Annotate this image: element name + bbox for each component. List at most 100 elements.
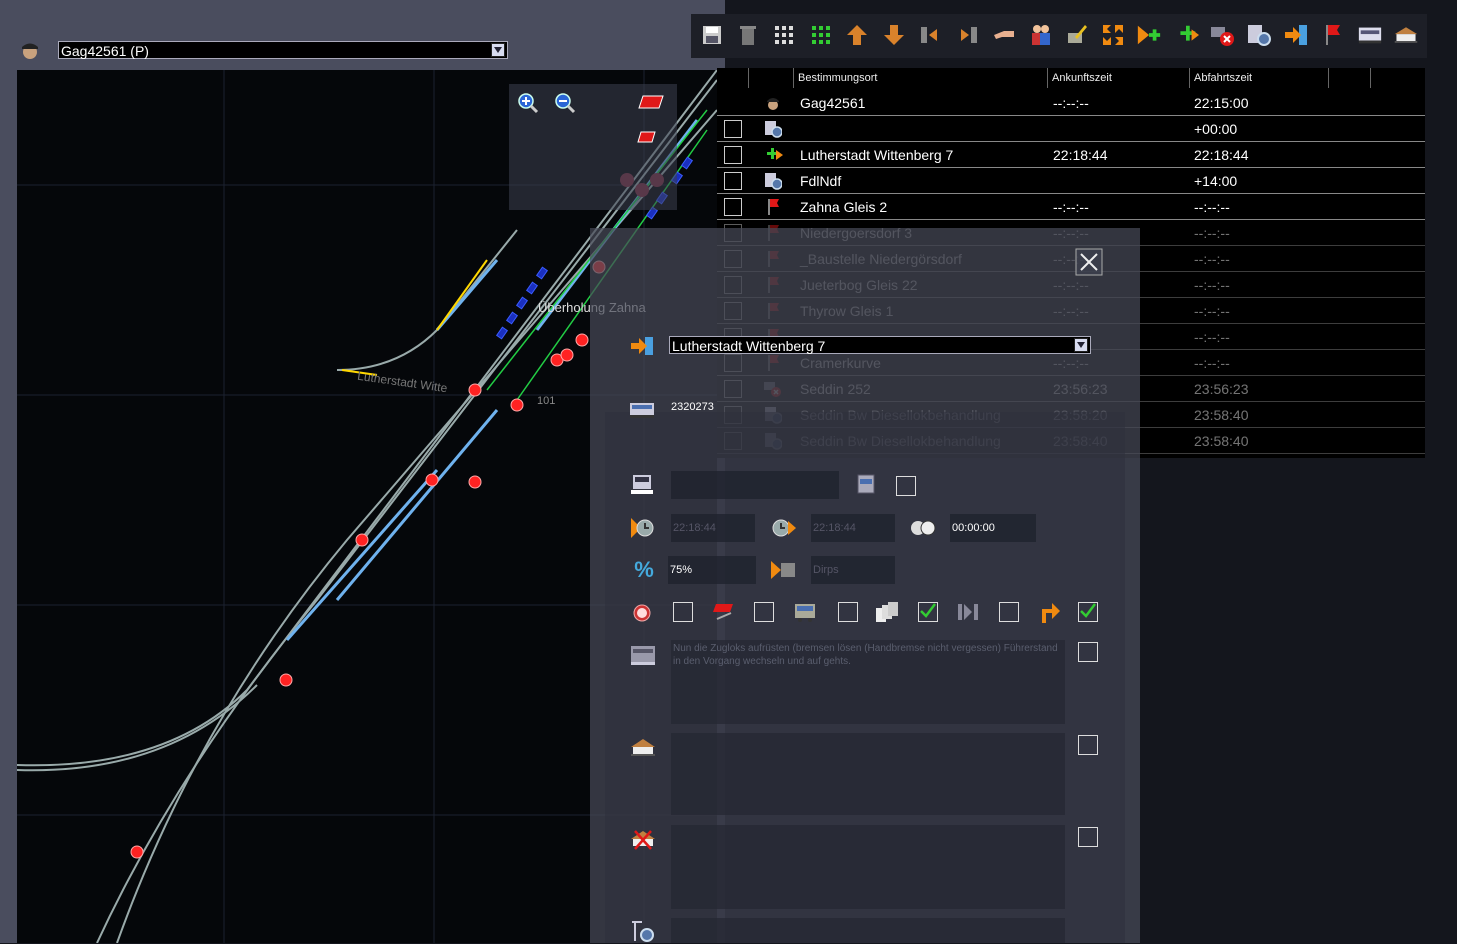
- row-destination: FdlNdf: [800, 173, 842, 189]
- table-row[interactable]: Gag42561 --:--:-- 22:15:00: [717, 90, 1425, 116]
- table-row[interactable]: Lutherstadt Wittenberg 7 22:18:44 22:18:44: [717, 142, 1425, 168]
- expand-arrows-icon[interactable]: [1100, 22, 1126, 48]
- train-icon: [628, 398, 656, 424]
- red-signal-icon[interactable]: [637, 94, 665, 110]
- map-label-track: 101: [537, 395, 556, 407]
- edit-pencil-icon[interactable]: [1064, 22, 1090, 48]
- close-icon[interactable]: [1075, 248, 1103, 276]
- no-station-checkbox[interactable]: [1078, 827, 1098, 847]
- grid-white-icon[interactable]: [771, 22, 797, 48]
- documents-checkbox[interactable]: [918, 602, 938, 622]
- skip-stop-icon: [955, 599, 983, 625]
- platform-field[interactable]: [671, 471, 839, 499]
- row-arrival: --:--:--: [1053, 95, 1089, 111]
- alarm-checkbox[interactable]: [673, 602, 693, 622]
- wagon-train-icon: [852, 472, 880, 498]
- add-plus-arrow-icon[interactable]: [1173, 22, 1199, 48]
- arrival-time-field[interactable]: 22:18:44: [671, 514, 755, 542]
- gear-document-icon[interactable]: [1246, 22, 1272, 48]
- station-roof-icon[interactable]: [1393, 22, 1419, 48]
- settings-icon: [629, 918, 657, 944]
- no-station-icon: [629, 827, 657, 853]
- no-station-note-field[interactable]: [671, 825, 1065, 909]
- people-icon[interactable]: [1028, 22, 1054, 48]
- zoom-out-icon[interactable]: [554, 92, 576, 114]
- dropdown-arrow-icon[interactable]: [1074, 338, 1088, 352]
- row-departure: --:--:--: [1194, 303, 1230, 319]
- row-departure: +14:00: [1194, 173, 1238, 189]
- green-plus-arrow-icon: [763, 145, 783, 165]
- departure-clock-icon: [769, 515, 797, 541]
- row-destination: Zahna Gleis 2: [800, 199, 888, 215]
- table-row[interactable]: Zahna Gleis 2 --:--:-- --:--:--: [717, 194, 1425, 220]
- row-departure: --:--:--: [1194, 277, 1230, 293]
- station-select[interactable]: Lutherstadt Wittenberg 7: [669, 336, 1091, 354]
- platform-checkbox[interactable]: [896, 476, 916, 496]
- skip-stop-checkbox[interactable]: [999, 602, 1019, 622]
- row-departure: 22:18:44: [1194, 147, 1249, 163]
- station-select-value: Lutherstadt Wittenberg 7: [672, 338, 826, 354]
- row-checkbox[interactable]: [724, 120, 742, 138]
- locomotive-icon: [791, 599, 819, 625]
- percent-field[interactable]: 75%: [668, 556, 756, 584]
- table-row[interactable]: +00:00: [717, 116, 1425, 142]
- grid-green-icon[interactable]: [808, 22, 834, 48]
- wait-time-field[interactable]: 00:00:00: [950, 514, 1036, 542]
- percent-icon: %: [634, 557, 654, 582]
- remove-stop-icon[interactable]: [1209, 22, 1235, 48]
- col-header-destination[interactable]: Bestimmungsort: [793, 68, 1047, 88]
- red-flag-toolbar-icon[interactable]: [1320, 22, 1346, 48]
- row-arrival: 22:18:44: [1053, 147, 1108, 163]
- alarm-clock-icon: [628, 599, 656, 625]
- turn-checkbox[interactable]: [1078, 602, 1098, 622]
- enter-arrow-icon[interactable]: [1283, 22, 1309, 48]
- row-destination: Gag42561: [800, 95, 866, 111]
- signal-checkbox[interactable]: [754, 602, 774, 622]
- small-signal-icon[interactable]: [637, 130, 657, 144]
- station-note-field[interactable]: [671, 733, 1065, 815]
- move-up-icon[interactable]: [844, 22, 870, 48]
- insert-before-icon[interactable]: [918, 22, 944, 48]
- departure-time-field[interactable]: 22:18:44: [811, 514, 895, 542]
- row-departure: 23:58:40: [1194, 407, 1249, 423]
- train-number: 2320273: [671, 401, 714, 413]
- add-arrow-icon[interactable]: [1136, 22, 1162, 48]
- zoom-panel: [509, 84, 677, 210]
- col-header-icon: [748, 68, 793, 88]
- row-checkbox[interactable]: [724, 146, 742, 164]
- row-departure: --:--:--: [1194, 355, 1230, 371]
- documents-icon: [873, 599, 901, 625]
- zoom-in-icon[interactable]: [517, 92, 539, 114]
- insert-after-icon[interactable]: [954, 22, 980, 48]
- hand-pointer-icon[interactable]: [991, 22, 1017, 48]
- trash-icon[interactable]: [735, 22, 761, 48]
- locomotive-checkbox[interactable]: [838, 602, 858, 622]
- turn-arrow-icon: [1037, 599, 1065, 625]
- wagon-note-icon: [629, 642, 657, 668]
- dropdown-arrow-icon[interactable]: [491, 43, 505, 57]
- row-checkbox[interactable]: [724, 198, 742, 216]
- red-flag-icon: [763, 197, 783, 217]
- gear-document-icon: [763, 171, 783, 191]
- note-checkbox[interactable]: [1078, 642, 1098, 662]
- note-field[interactable]: Nun die Zugloks aufrüsten (bremsen lösen…: [671, 640, 1065, 724]
- row-checkbox[interactable]: [724, 172, 742, 190]
- row-destination: Lutherstadt Wittenberg 7: [800, 147, 954, 163]
- wagon-icon[interactable]: [1357, 22, 1383, 48]
- table-row[interactable]: FdlNdf +14:00: [717, 168, 1425, 194]
- settings-field[interactable]: [671, 918, 1065, 943]
- toolbar: [691, 14, 1427, 58]
- row-departure: --:--:--: [1194, 251, 1230, 267]
- driver-icon: [763, 93, 783, 113]
- move-down-icon[interactable]: [881, 22, 907, 48]
- col-header-extra: [1328, 68, 1370, 88]
- row-arrival: --:--:--: [1053, 199, 1089, 215]
- save-icon[interactable]: [699, 22, 725, 48]
- station-note-checkbox[interactable]: [1078, 735, 1098, 755]
- col-header-check: [717, 68, 748, 88]
- platform-icon: [628, 472, 656, 498]
- train-select[interactable]: Gag42561 (P): [58, 41, 508, 59]
- col-header-departure[interactable]: Abfahrtszeit: [1189, 68, 1328, 88]
- col-header-arrival[interactable]: Ankunftszeit: [1047, 68, 1189, 88]
- speed-field[interactable]: Dirps: [811, 556, 895, 584]
